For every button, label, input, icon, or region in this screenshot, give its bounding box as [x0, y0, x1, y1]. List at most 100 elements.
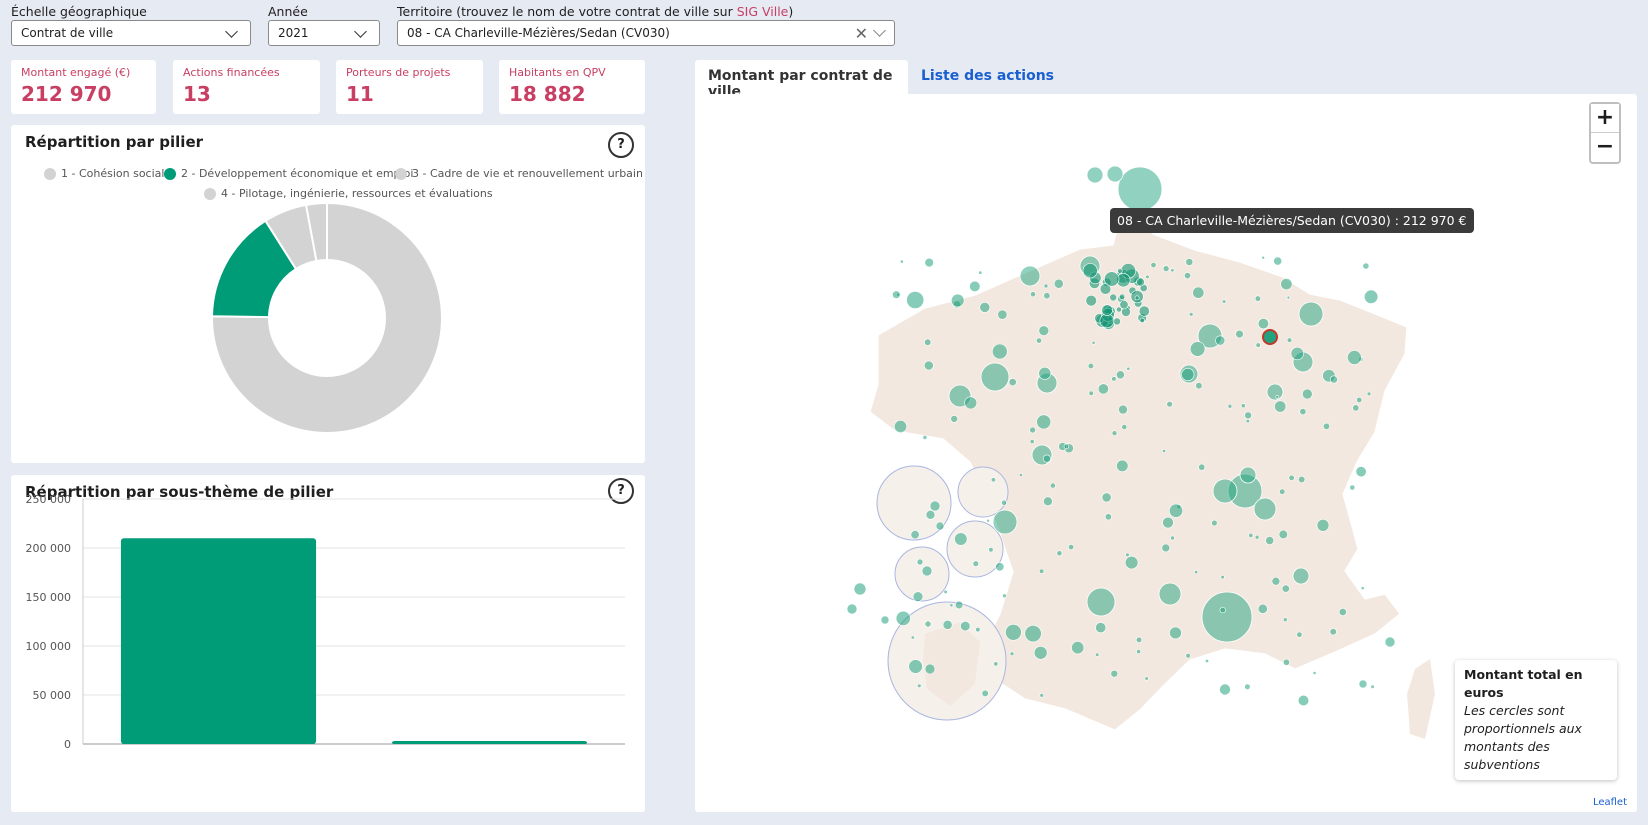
- subsidy-bubble[interactable]: [1280, 278, 1293, 291]
- subsidy-bubble[interactable]: [1254, 295, 1262, 302]
- subsidy-bubble[interactable]: [1257, 603, 1268, 614]
- territory-select[interactable]: 08 - CA Charleville-Mézières/Sedan (CV03…: [397, 20, 895, 46]
- subsidy-bubble[interactable]: [992, 509, 1018, 535]
- subsidy-bubble[interactable]: [1245, 419, 1250, 424]
- subsidy-bubble[interactable]: [1018, 473, 1023, 477]
- subsidy-bubble[interactable]: [964, 396, 978, 410]
- subsidy-bubble[interactable]: [960, 620, 971, 632]
- subsidy-bubble[interactable]: [1036, 414, 1052, 430]
- subsidy-bubble[interactable]: [1240, 403, 1246, 409]
- subsidy-bubble[interactable]: [1286, 337, 1293, 343]
- subsidy-bubble[interactable]: [1030, 291, 1036, 298]
- subsidy-bubble[interactable]: [1124, 555, 1139, 570]
- subsidy-bubble[interactable]: [1212, 478, 1238, 504]
- subsidy-bubble[interactable]: [1008, 378, 1017, 387]
- subsidy-bubble[interactable]: [954, 600, 964, 610]
- subsidy-bubble[interactable]: [1150, 262, 1157, 269]
- leaflet-attribution[interactable]: Leaflet: [1593, 797, 1627, 808]
- subsidy-bubble[interactable]: [1126, 366, 1131, 371]
- subsidy-bubble[interactable]: [1038, 325, 1050, 336]
- subsidy-bubble[interactable]: [1135, 636, 1143, 644]
- subsidy-bubble[interactable]: [954, 532, 968, 546]
- subsidy-bubble[interactable]: [1119, 293, 1126, 300]
- subsidy-bubble[interactable]: [1329, 628, 1337, 636]
- subsidy-bubble[interactable]: [924, 257, 934, 268]
- subsidy-bubble[interactable]: [1211, 519, 1218, 527]
- subsidy-bubble[interactable]: [951, 293, 965, 308]
- bar-1[interactable]: [120, 538, 317, 744]
- clear-icon[interactable]: ✕: [855, 24, 868, 43]
- subsidy-bubble[interactable]: [922, 434, 928, 440]
- subsidy-bubble[interactable]: [1110, 669, 1119, 678]
- subsidy-bubble[interactable]: [895, 610, 911, 626]
- subsidy-bubble[interactable]: [1215, 335, 1226, 346]
- subsidy-bubble[interactable]: [1082, 263, 1098, 279]
- subsidy-bubble[interactable]: [1254, 534, 1260, 540]
- subsidy-bubble[interactable]: [1370, 684, 1375, 689]
- subsidy-bubble[interactable]: [1168, 503, 1183, 518]
- subsidy-bubble[interactable]: [846, 603, 858, 615]
- subsidy-bubble[interactable]: [1106, 165, 1124, 183]
- subsidy-bubble[interactable]: [1273, 256, 1283, 266]
- subsidy-bubble[interactable]: [1181, 367, 1195, 381]
- subsidy-bubble[interactable]: [1322, 422, 1330, 430]
- subsidy-bubble[interactable]: [1086, 587, 1116, 617]
- subsidy-bubble[interactable]: [1139, 317, 1145, 323]
- subsidy-bubble[interactable]: [916, 558, 924, 566]
- subsidy-bubble[interactable]: [995, 562, 1005, 572]
- subsidy-bubble[interactable]: [1005, 623, 1022, 641]
- subsidy-bubble[interactable]: [1035, 337, 1042, 344]
- subsidy-bubble[interactable]: [899, 259, 904, 264]
- subsidy-bubble[interactable]: [1053, 278, 1064, 289]
- subsidy-bubble[interactable]: [1384, 636, 1396, 648]
- subsidy-bubble[interactable]: [1111, 376, 1117, 382]
- subsidy-bubble[interactable]: [1111, 430, 1118, 437]
- subsidy-bubble[interactable]: [1097, 383, 1109, 395]
- subsidy-bubble[interactable]: [978, 270, 983, 275]
- subsidy-bubble[interactable]: [925, 509, 936, 520]
- subsidy-bubble[interactable]: [853, 582, 867, 596]
- subsidy-bubble[interactable]: [1113, 317, 1121, 326]
- subsidy-bubble[interactable]: [1119, 300, 1129, 310]
- subsidy-bubble[interactable]: [1282, 658, 1290, 666]
- subsidy-bubble[interactable]: [910, 635, 915, 640]
- subsidy-bubble[interactable]: [975, 626, 981, 633]
- subsidy-bubble[interactable]: [942, 619, 953, 630]
- subsidy-bubble[interactable]: [1002, 593, 1007, 599]
- subsidy-bubble[interactable]: [1189, 341, 1206, 357]
- subsidy-bubble[interactable]: [1286, 295, 1291, 300]
- subsidy-bubble[interactable]: [1297, 694, 1310, 707]
- subsidy-bubble[interactable]: [1118, 404, 1128, 415]
- bar-2[interactable]: [391, 741, 588, 744]
- subsidy-bubble[interactable]: [1275, 395, 1280, 399]
- subsidy-bubble[interactable]: [981, 689, 989, 698]
- subsidy-bubble[interactable]: [1189, 312, 1194, 317]
- subsidy-bubble[interactable]: [1144, 676, 1149, 681]
- subsidy-bubble[interactable]: [1095, 652, 1100, 657]
- subsidy-bubble[interactable]: [1117, 166, 1163, 212]
- subsidy-bubble[interactable]: [1043, 292, 1051, 300]
- subsidy-bubble[interactable]: [1352, 404, 1360, 412]
- subsidy-bubble[interactable]: [1278, 529, 1288, 540]
- subsidy-bubble[interactable]: [1198, 463, 1206, 471]
- subsidy-bubble[interactable]: [1043, 283, 1049, 289]
- subsidy-bubble[interactable]: [1292, 567, 1310, 585]
- subsidy-bubble[interactable]: [1158, 582, 1182, 606]
- subsidy-bubble[interactable]: [1288, 474, 1295, 482]
- subsidy-bubble[interactable]: [1095, 622, 1107, 634]
- subsidy-bubble[interactable]: [1244, 411, 1252, 420]
- subsidy-bubble[interactable]: [1248, 532, 1254, 538]
- subsidy-bubble[interactable]: [1244, 683, 1251, 690]
- subsidy-bubble[interactable]: [1219, 683, 1231, 696]
- subsidy-bubble[interactable]: [1068, 544, 1075, 551]
- subsidy-bubble[interactable]: [1088, 390, 1094, 396]
- subsidy-bubble[interactable]: [921, 565, 933, 577]
- subsidy-bubble[interactable]: [972, 560, 979, 567]
- subsidy-bubble[interactable]: [1136, 277, 1145, 287]
- subsidy-bubble[interactable]: [1104, 271, 1120, 287]
- subsidy-bubble[interactable]: [1204, 658, 1209, 663]
- chevron-down-icon[interactable]: [873, 24, 886, 37]
- subsidy-bubble[interactable]: [1255, 342, 1261, 348]
- subsidy-bubble[interactable]: [1362, 262, 1370, 270]
- subsidy-bubble[interactable]: [1043, 496, 1053, 507]
